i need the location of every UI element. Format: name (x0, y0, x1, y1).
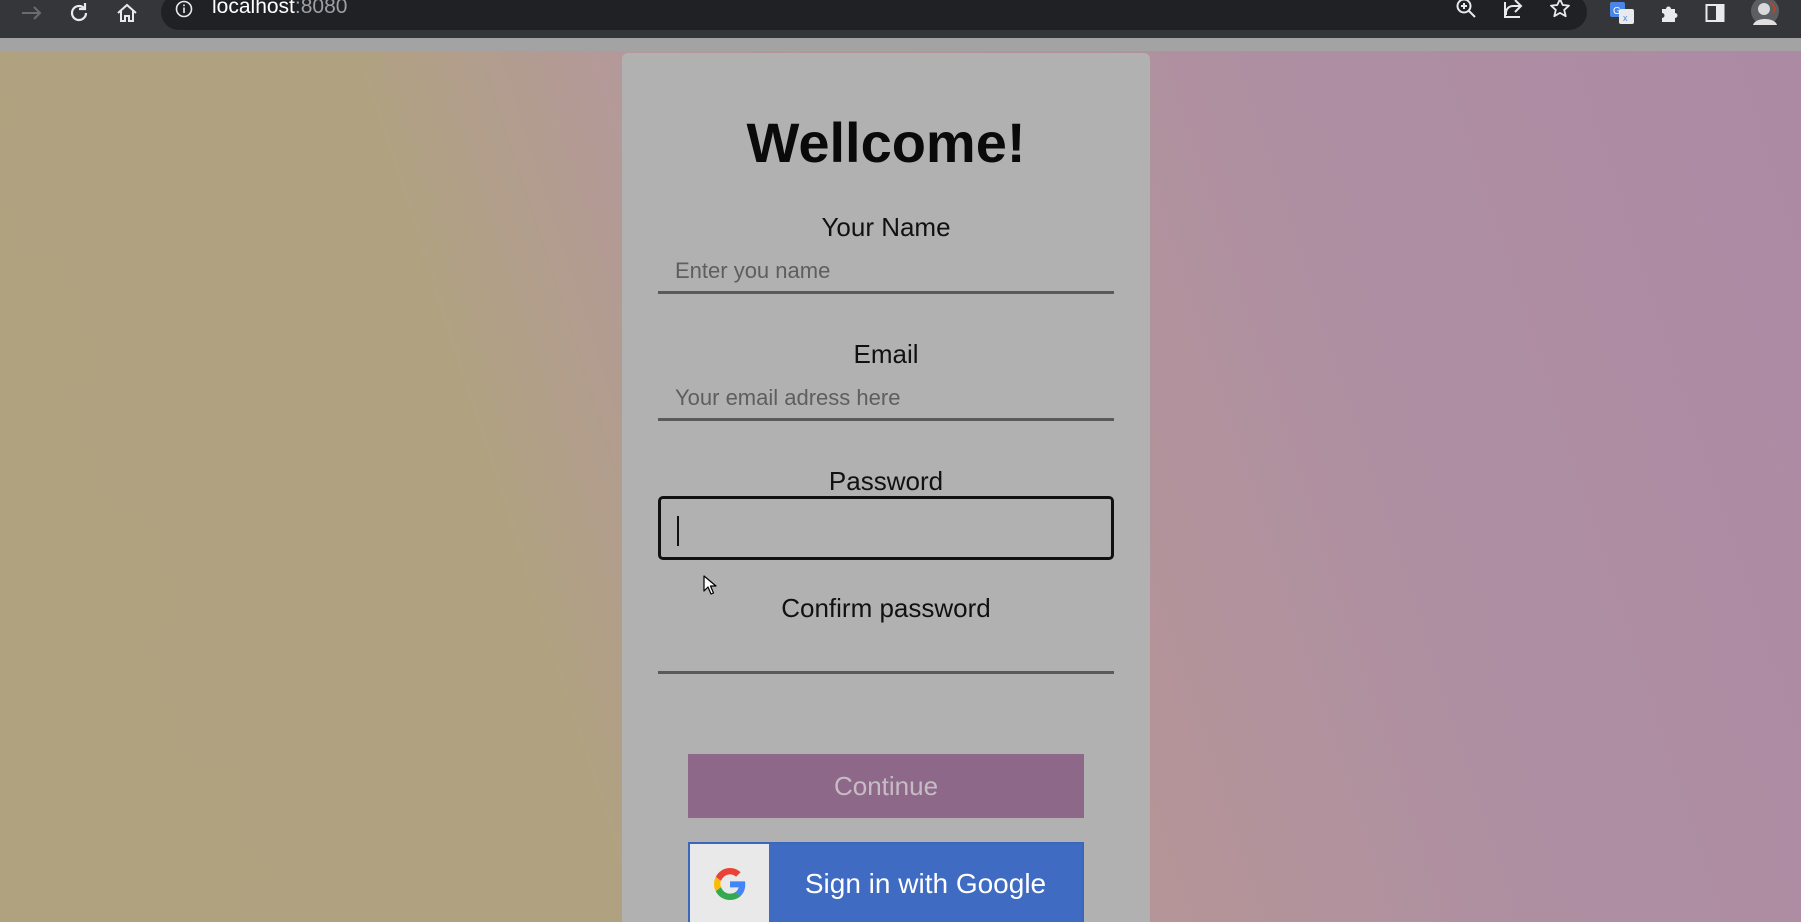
confirm-password-input[interactable] (658, 630, 1114, 674)
reload-icon[interactable] (64, 0, 94, 26)
email-label: Email (853, 339, 919, 369)
page-top-strip (0, 38, 1801, 51)
text-caret (677, 516, 679, 546)
profile-avatar[interactable] (1748, 0, 1782, 26)
google-logo-box (690, 844, 769, 922)
mouse-pointer-icon (703, 575, 717, 600)
svg-text:G: G (1613, 6, 1621, 17)
side-panel-icon[interactable] (1700, 0, 1730, 26)
home-icon[interactable] (112, 0, 142, 26)
translate-icon[interactable]: Gx (1607, 0, 1637, 26)
google-signin-button[interactable]: Sign in with Google (688, 842, 1084, 922)
extensions-icon[interactable] (1654, 0, 1684, 26)
url-port: :8080 (294, 0, 348, 18)
zoom-icon[interactable] (1452, 0, 1480, 20)
info-icon[interactable] (175, 0, 193, 18)
password-label: Password (828, 466, 944, 496)
bookmark-star-icon[interactable] (1546, 0, 1574, 20)
name-input[interactable] (658, 250, 1114, 294)
url-host: localhost (212, 0, 295, 18)
page-title: Wellcome! (746, 111, 1026, 174)
url-text[interactable]: localhost:8080 (212, 0, 347, 19)
google-signin-label: Sign in with Google (804, 868, 1047, 899)
svg-text:x: x (1623, 13, 1628, 23)
share-icon[interactable] (1499, 0, 1527, 20)
address-bar[interactable]: localhost:8080 (161, 0, 1587, 30)
confirm-password-label: Confirm password (781, 593, 991, 623)
password-input[interactable] (658, 496, 1114, 560)
signup-card: Wellcome! Your Name Email Password Confi… (622, 53, 1150, 922)
google-g-icon (713, 868, 745, 900)
name-label: Your Name (821, 212, 951, 242)
browser-toolbar: localhost:8080 Gx (0, 0, 1801, 38)
forward-icon[interactable] (17, 0, 47, 26)
email-input[interactable] (658, 377, 1114, 421)
page-background: Wellcome! Your Name Email Password Confi… (0, 51, 1801, 922)
continue-button[interactable]: Continue (688, 754, 1084, 818)
